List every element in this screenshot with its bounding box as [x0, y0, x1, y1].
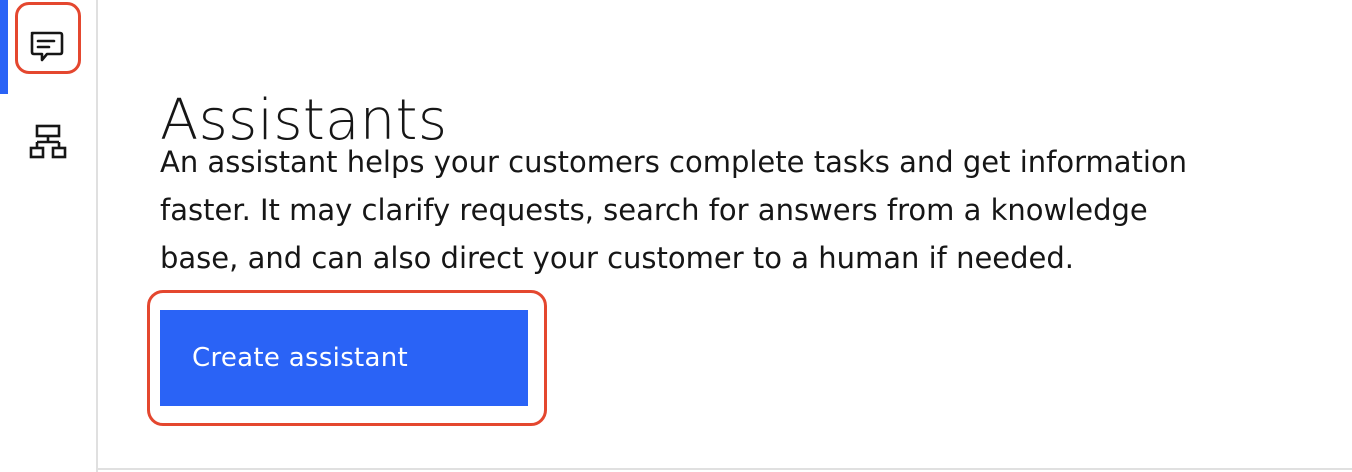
description-line: An assistant helps your customers comple… [160, 145, 1188, 179]
main-content: Assistants An assistant helps your custo… [160, 0, 1260, 470]
content-bottom-divider [96, 468, 1352, 470]
app-page: Assistants An assistant helps your custo… [0, 0, 1352, 472]
page-description: An assistant helps your customers comple… [160, 138, 1200, 282]
active-indicator [0, 0, 8, 94]
sidebar-item-assistants[interactable] [22, 22, 70, 70]
sidebar-item-flows[interactable] [24, 118, 72, 166]
create-assistant-button[interactable]: Create assistant [160, 310, 528, 406]
chat-bubble-icon [30, 31, 64, 62]
description-line: base, and can also direct your customer … [160, 241, 1075, 275]
flow-diagram-icon [29, 124, 67, 159]
sidebar-rail [0, 0, 98, 472]
description-line: faster. It may clarify requests, search … [160, 193, 1148, 227]
